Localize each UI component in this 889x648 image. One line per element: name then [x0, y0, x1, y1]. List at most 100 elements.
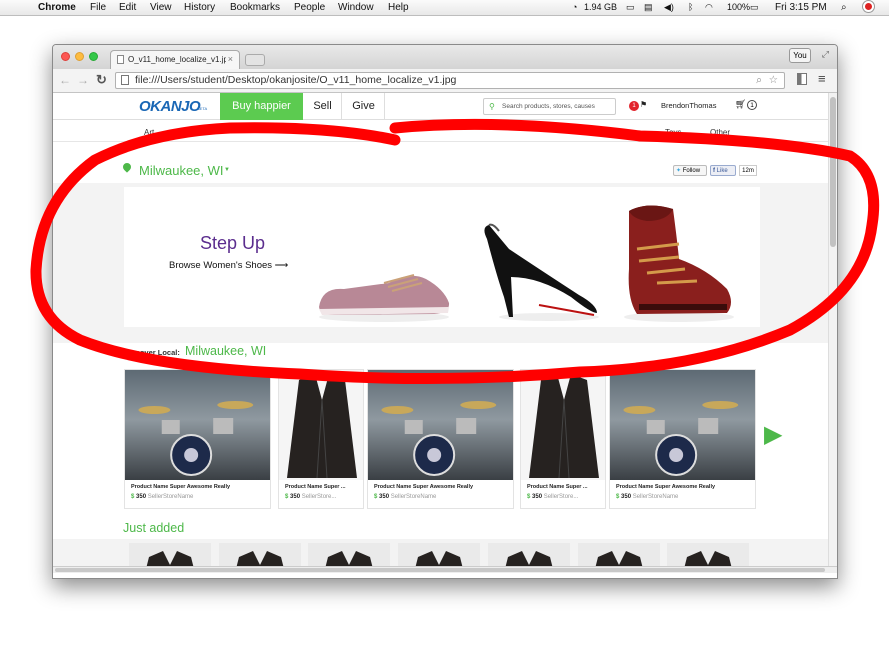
bookmark-star-icon[interactable]: ☆	[769, 73, 778, 88]
product-price: 350	[290, 494, 301, 500]
product-name[interactable]: Product Name Super Awesome Really	[131, 484, 264, 490]
bluetooth-icon[interactable]: ᛒ	[688, 2, 693, 12]
cart-icon[interactable]: 🛒︎	[735, 99, 746, 110]
product-price: 350	[621, 494, 632, 500]
nav-buy-happier[interactable]: Buy happier	[220, 93, 303, 120]
product-card[interactable]: Product Name Super ... $ 350 SellerStore.…	[278, 369, 364, 509]
profile-button[interactable]: You	[789, 48, 811, 63]
extension-icon[interactable]	[797, 73, 807, 85]
reload-icon[interactable]: ↻	[96, 72, 107, 88]
hero-banner[interactable]: Step Up Browse Women's Shoes ⟶	[124, 187, 760, 327]
close-window-icon[interactable]	[61, 52, 70, 61]
currency-symbol: $	[616, 494, 620, 500]
site-search-input[interactable]: ⚲ Search products, stores, causes	[483, 98, 616, 115]
scrollbar-thumb[interactable]	[830, 97, 836, 247]
wifi-icon[interactable]: ◠	[705, 2, 713, 13]
discover-label: Discover Local:	[124, 348, 180, 357]
site-logo[interactable]: OKANJO	[139, 98, 201, 115]
nav-give[interactable]: Give	[343, 93, 385, 120]
drum-kit-image	[125, 370, 270, 480]
fullscreen-icon[interactable]: ⤢	[822, 49, 829, 60]
cart-count[interactable]: 1	[747, 100, 757, 110]
notification-center-icon[interactable]	[863, 1, 874, 12]
seller-name[interactable]: SellerStore...	[302, 494, 337, 500]
menu-app-name[interactable]: Chrome	[38, 2, 76, 13]
category-sports[interactable]: Sports	[610, 128, 633, 137]
notification-badge[interactable]: 1	[629, 101, 639, 111]
facebook-like-button[interactable]: f Like	[710, 165, 736, 176]
spotlight-icon[interactable]: ⌕	[841, 2, 847, 13]
category-art[interactable]: Art	[144, 128, 154, 137]
boat-shoe-image	[319, 274, 450, 322]
battery-readout: 100%	[727, 2, 751, 12]
product-name[interactable]: Product Name Super Awesome Really	[616, 484, 749, 490]
menu-view[interactable]: View	[150, 2, 172, 13]
forward-icon[interactable]: →	[77, 73, 89, 87]
product-price: 350	[532, 494, 543, 500]
product-card[interactable]: Product Name Super Awesome Really $ 350 S…	[609, 369, 756, 509]
menu-help[interactable]: Help	[388, 2, 409, 13]
hscroll-thumb[interactable]	[55, 568, 825, 572]
seller-name[interactable]: SellerStore...	[544, 494, 579, 500]
display-icon[interactable]: ▭	[626, 2, 635, 13]
twitter-follow-button[interactable]: ✦ Follow	[673, 165, 707, 176]
nav-sell[interactable]: Sell	[304, 93, 342, 120]
tab-strip: O_v11_home_localize_v1.jpg × You ⤢	[53, 45, 837, 69]
memory-icon[interactable]: ◔	[572, 2, 577, 12]
logo-beta-badge: BETA	[197, 106, 208, 111]
volume-icon[interactable]: ◀)	[664, 2, 674, 13]
menu-file[interactable]: File	[90, 2, 106, 13]
product-price-row: $ 350 SellerStore...	[527, 494, 578, 500]
product-card[interactable]: Product Name Super Awesome Really $ 350 S…	[124, 369, 271, 509]
minimize-window-icon[interactable]	[75, 52, 84, 61]
menu-icon[interactable]: ≡	[818, 71, 826, 86]
battery-icon[interactable]: ▭	[750, 2, 759, 13]
discover-city[interactable]: Milwaukee, WI	[185, 344, 266, 358]
product-price: 350	[136, 494, 147, 500]
address-bar[interactable]: file:///Users/student/Desktop/okanjosite…	[115, 72, 785, 89]
username[interactable]: BrendonThomas	[661, 101, 716, 110]
product-name[interactable]: Product Name Super ...	[527, 484, 604, 490]
twitter-bird-icon: ✦	[676, 168, 682, 174]
product-price: 350	[379, 494, 390, 500]
zoom-icon[interactable]: ⌕	[756, 73, 762, 88]
menu-window[interactable]: Window	[338, 2, 374, 13]
flag-notify-icon[interactable]: ⚑	[640, 100, 647, 109]
currency-symbol: $	[374, 494, 378, 500]
site-header: OKANJO BETA Buy happier Sell Give ⚲ Sear…	[53, 93, 828, 120]
arrow-right-icon: ⟶	[274, 260, 289, 271]
menu-bookmarks[interactable]: Bookmarks	[230, 2, 280, 13]
product-price-row: $ 350 SellerStoreName	[131, 494, 193, 500]
drum-kit-image	[610, 370, 755, 480]
menu-people[interactable]: People	[294, 2, 325, 13]
carousel-next-icon[interactable]: ▶	[764, 423, 782, 447]
facebook-icon: f	[713, 168, 715, 174]
menu-edit[interactable]: Edit	[119, 2, 136, 13]
tab-active[interactable]: O_v11_home_localize_v1.jpg ×	[110, 50, 240, 69]
product-card[interactable]: Product Name Super ... $ 350 SellerStore.…	[520, 369, 606, 509]
chevron-down-icon[interactable]: ▼	[224, 167, 230, 173]
product-name[interactable]: Product Name Super ...	[285, 484, 362, 490]
vertical-scrollbar[interactable]	[828, 93, 837, 573]
memory-readout: 1.94 GB	[584, 2, 618, 12]
seller-name[interactable]: SellerStoreName	[391, 494, 437, 500]
page-viewport: OKANJO BETA Buy happier Sell Give ⚲ Sear…	[53, 93, 837, 573]
seller-name[interactable]: SellerStoreName	[633, 494, 679, 500]
hero-cta-link[interactable]: Browse Women's Shoes ⟶	[169, 260, 288, 271]
menu-history[interactable]: History	[184, 2, 215, 13]
category-divider	[53, 141, 828, 142]
zoom-window-icon[interactable]	[89, 52, 98, 61]
back-icon[interactable]: ←	[59, 73, 71, 87]
browser-window: O_v11_home_localize_v1.jpg × You ⤢ ← → ↻…	[52, 44, 838, 579]
product-card[interactable]: Product Name Super Awesome Really $ 350 S…	[367, 369, 514, 509]
clock[interactable]: Fri 3:15 PM	[775, 2, 827, 13]
flag-icon[interactable]: ▤	[644, 2, 653, 13]
location-selector[interactable]: Milwaukee, WI	[139, 163, 224, 178]
product-name[interactable]: Product Name Super Awesome Really	[374, 484, 507, 490]
close-tab-icon[interactable]: ×	[228, 54, 233, 64]
horizontal-scrollbar[interactable]	[53, 566, 837, 573]
category-other[interactable]: Other	[710, 128, 730, 137]
category-toys[interactable]: Toys	[665, 128, 681, 137]
seller-name[interactable]: SellerStoreName	[148, 494, 194, 500]
new-tab-button[interactable]	[245, 54, 265, 66]
